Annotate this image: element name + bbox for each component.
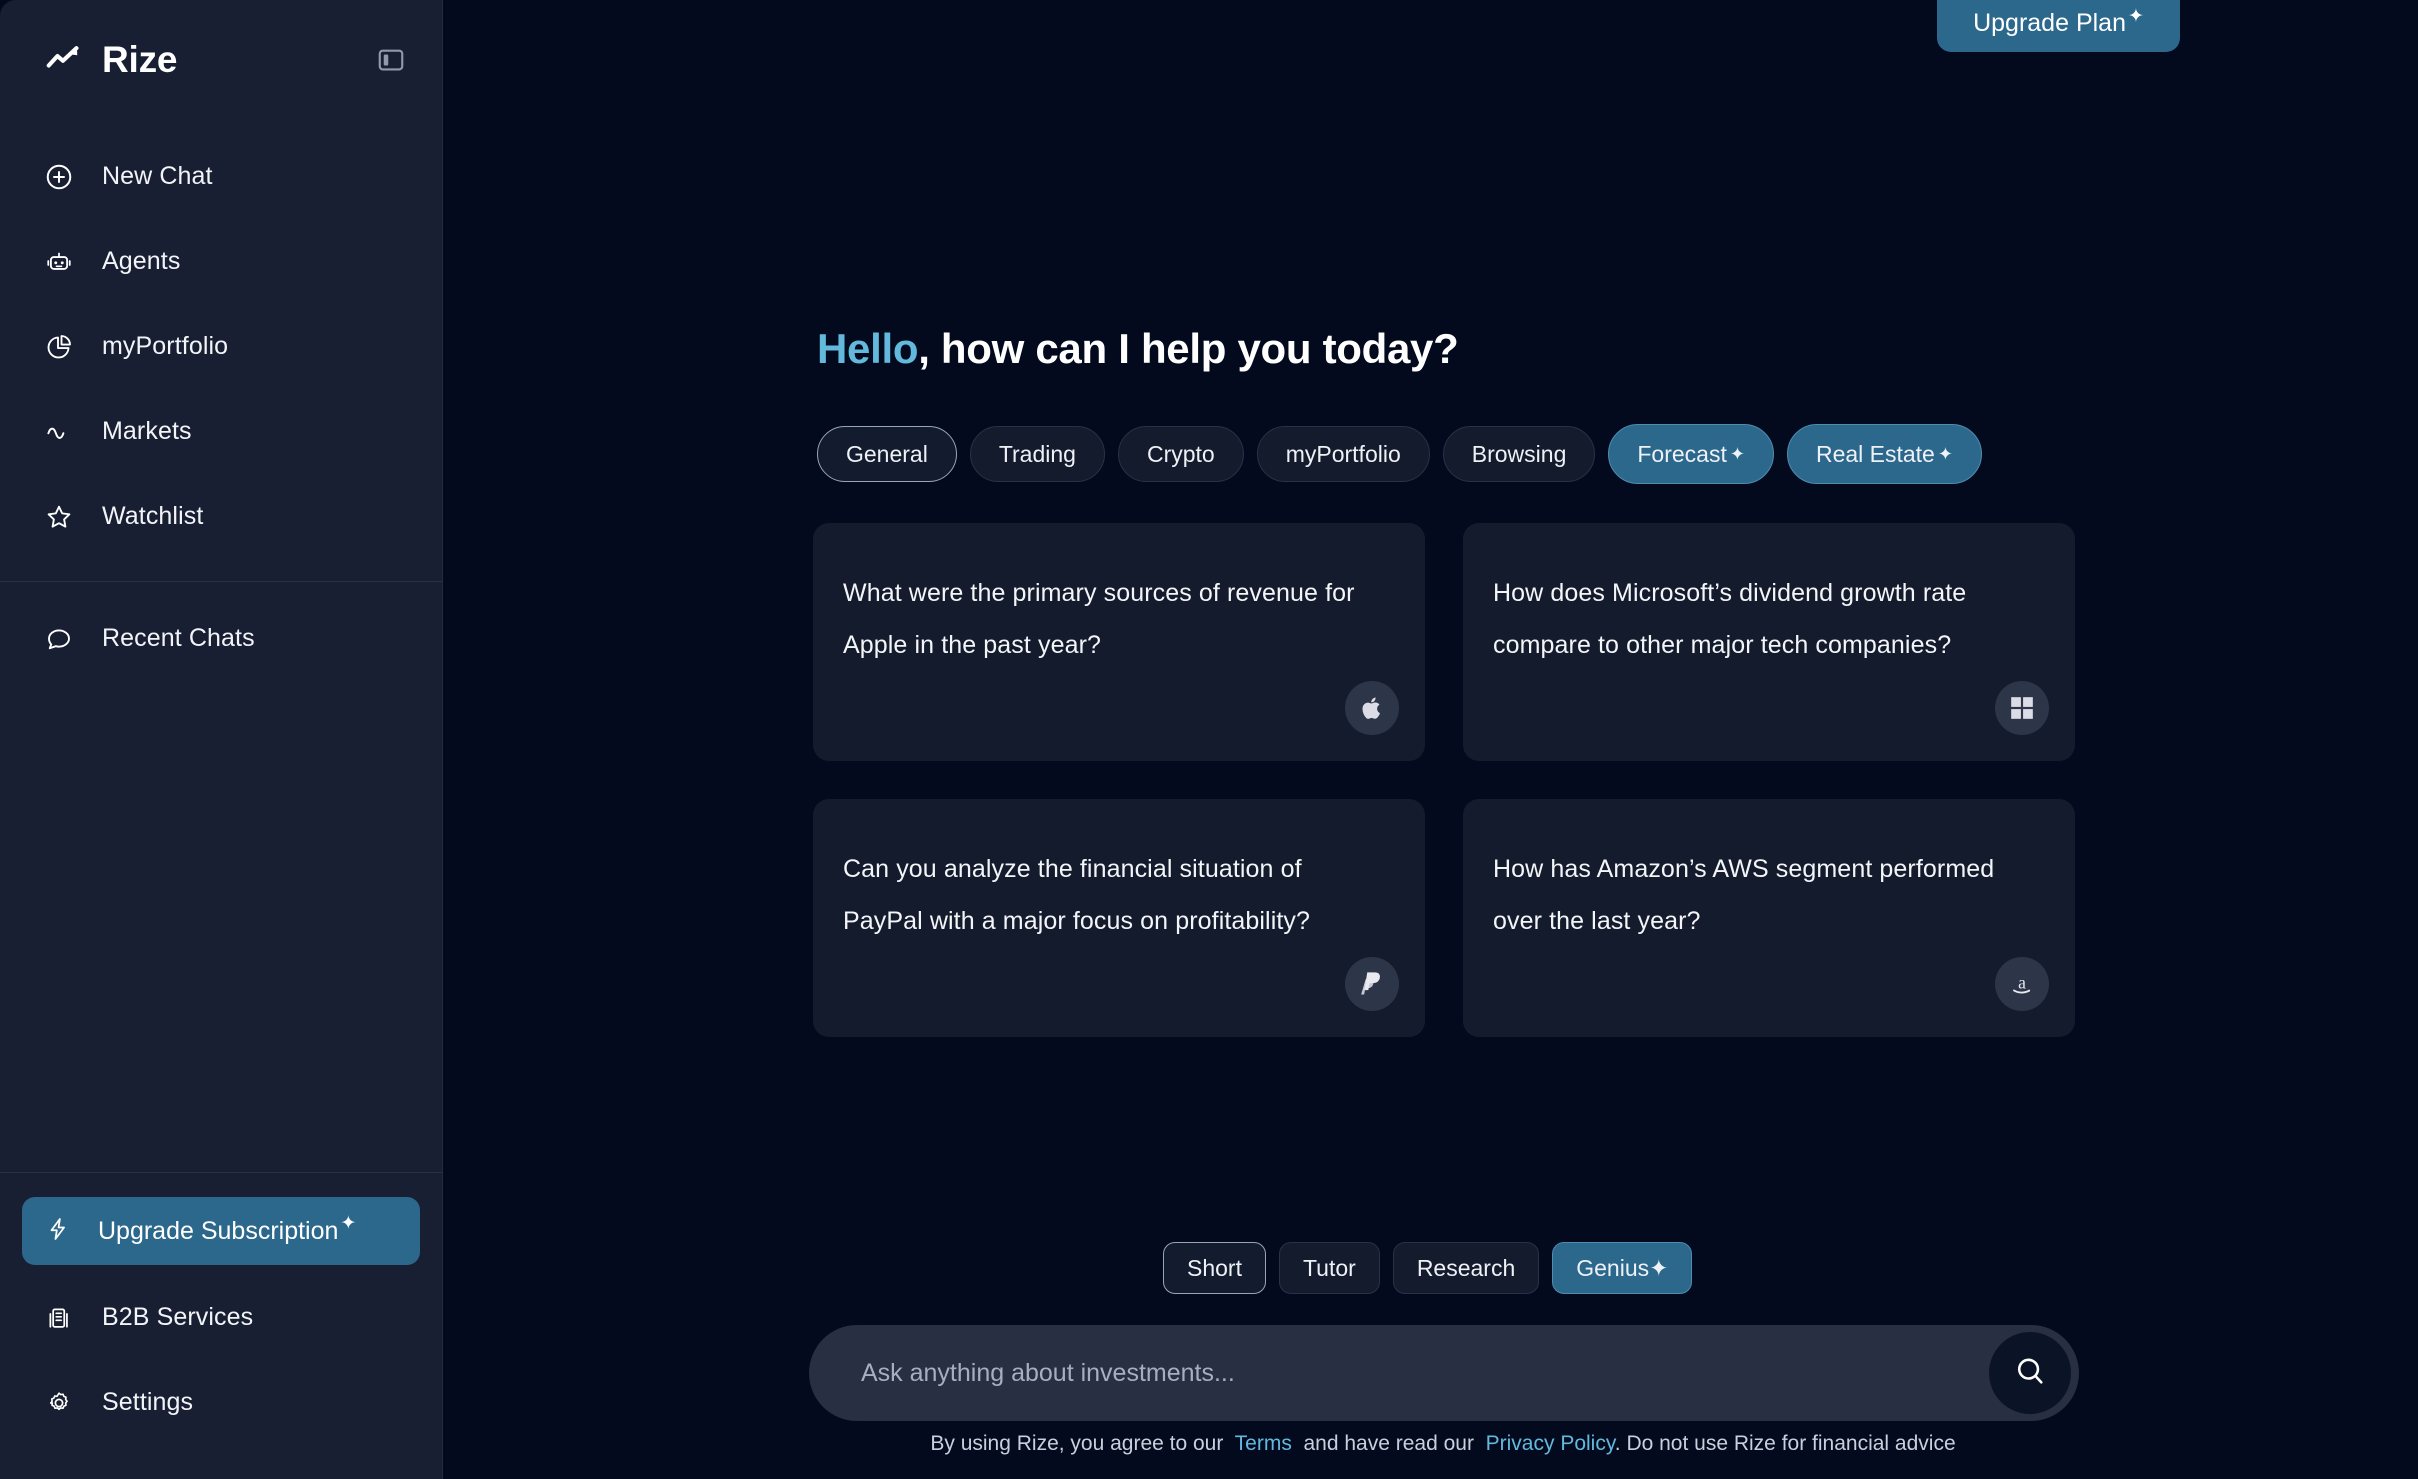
privacy-policy-link[interactable]: Privacy Policy [1486,1432,1615,1455]
pro-star-icon: ✦ [2127,5,2144,27]
sidebar-header: Rize [0,0,442,120]
category-chip-browsing[interactable]: Browsing [1442,426,1596,482]
suggestion-card-text: Can you analyze the financial situation … [843,855,1311,935]
category-chip-myportfolio[interactable]: myPortfolio [1256,426,1430,482]
suggestion-card-text: How has Amazon’s AWS segment performed o… [1493,855,1995,935]
category-chip-forecast[interactable]: Forecast ✦ [1608,424,1774,484]
mode-chip-short[interactable]: Short [1163,1242,1266,1294]
sidebar-item-settings[interactable]: Settings [0,1360,442,1445]
pie-chart-icon [44,332,74,362]
sidebar-item-markets[interactable]: Markets [0,389,442,474]
sidebar-item-label: New Chat [102,162,213,190]
greeting-rest: , how can I help you today? [918,325,1459,372]
paypal-logo-icon [1345,957,1399,1011]
search-bar [809,1325,2079,1421]
apple-logo-icon [1345,681,1399,735]
search-submit-button[interactable] [1989,1332,2071,1414]
microsoft-logo-icon [1995,681,2049,735]
legal-part-1: By using Rize, you agree to our [930,1432,1224,1455]
gear-icon [44,1388,74,1418]
category-chip-trading[interactable]: Trading [969,426,1105,482]
search-icon [2013,1354,2047,1393]
sidebar-item-recent-chats[interactable]: Recent Chats [0,596,442,681]
sidebar: Rize New Chat Agents myPortfolio Markets… [0,0,443,1479]
sidebar-item-label: Recent Chats [102,624,255,652]
terms-link[interactable]: Terms [1235,1432,1292,1455]
upgrade-subscription-button[interactable]: Upgrade Subscription ✦ [22,1197,420,1265]
category-chip-general[interactable]: General [817,426,957,482]
sidebar-item-label: Settings [102,1388,194,1416]
sidebar-item-label: Agents [102,247,181,275]
robot-icon [44,247,74,277]
center-column: Hello, how can I help you today? General… [773,0,2113,1479]
sidebar-item-myportfolio[interactable]: myPortfolio [0,304,442,389]
sidebar-divider [0,581,442,582]
sidebar-item-b2b-services[interactable]: B2B Services [0,1275,442,1360]
mode-chip-row: Short Tutor Research Genius ✦ [1163,1242,1693,1294]
category-chip-row: General Trading Crypto myPortfolio Brows… [817,424,1982,484]
star-icon [44,502,74,532]
upgrade-subscription-label: Upgrade Subscription ✦ [98,1213,357,1245]
sidebar-item-label: Markets [102,417,192,445]
brand-name: Rize [102,39,178,80]
suggestion-card[interactable]: What were the primary sources of revenue… [813,523,1425,761]
suggestion-card[interactable]: Can you analyze the financial situation … [813,799,1425,1037]
app-root: Rize New Chat Agents myPortfolio Markets… [0,0,2418,1479]
wave-icon [44,417,74,447]
amazon-logo-icon: a [1995,957,2049,1011]
suggestion-card[interactable]: How has Amazon’s AWS segment performed o… [1463,799,2075,1037]
mode-chip-tutor[interactable]: Tutor [1278,1242,1380,1294]
page-title: Hello, how can I help you today? [817,325,1459,373]
sidebar-item-label: B2B Services [102,1303,254,1331]
svg-text:a: a [2018,972,2026,992]
sidebar-item-agents[interactable]: Agents [0,219,442,304]
plus-circle-icon [44,162,74,192]
brand[interactable]: Rize [44,39,374,81]
sidebar-item-label: myPortfolio [102,332,229,360]
legal-footer: By using Rize, you agree to our Terms an… [773,1432,2113,1456]
lightning-icon [44,1215,72,1248]
suggestion-card-text: What were the primary sources of revenue… [843,579,1355,659]
building-icon [44,1303,74,1333]
search-input[interactable] [861,1358,1989,1388]
sidebar-footer: Upgrade Subscription ✦ B2B Services Sett… [0,1172,442,1479]
category-chip-real-estate[interactable]: Real Estate ✦ [1786,424,1982,484]
suggestion-card-text: How does Microsoft’s dividend growth rat… [1493,579,1967,659]
pro-star-icon: ✦ [340,1213,357,1235]
mode-chip-genius[interactable]: Genius ✦ [1552,1242,1693,1294]
suggestion-cards-grid: What were the primary sources of revenue… [813,523,2075,1037]
sidebar-item-new-chat[interactable]: New Chat [0,134,442,219]
main-content: Upgrade Plan ✦ Hello, how can I help you … [443,0,2418,1479]
mode-chip-research[interactable]: Research [1392,1242,1540,1294]
sidebar-item-watchlist[interactable]: Watchlist [0,474,442,559]
chat-bubble-icon [44,624,74,654]
category-chip-crypto[interactable]: Crypto [1117,426,1244,482]
rize-logo-icon [44,41,82,79]
pro-star-icon: ✦ [1649,1254,1669,1281]
legal-part-2: and have read our [1303,1432,1474,1455]
suggestion-card[interactable]: How does Microsoft’s dividend growth rat… [1463,523,2075,761]
panel-collapse-icon[interactable] [374,43,408,77]
sidebar-nav: New Chat Agents myPortfolio Markets Watc… [0,120,442,681]
legal-part-3: . Do not use Rize for financial advice [1614,1432,1956,1455]
sidebar-item-label: Watchlist [102,502,204,530]
greeting-highlight: Hello [817,325,919,372]
